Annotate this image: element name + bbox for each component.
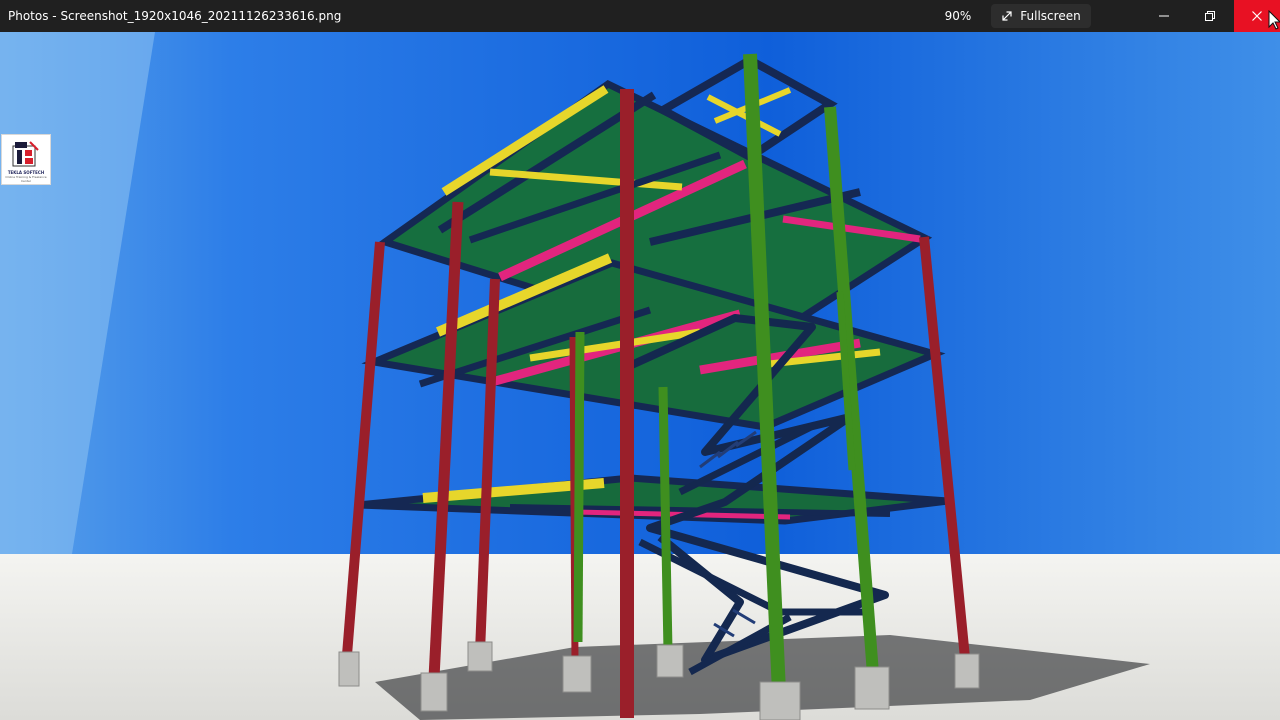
restore-button[interactable] bbox=[1187, 0, 1233, 32]
minimize-button[interactable] bbox=[1141, 0, 1187, 32]
zoom-level[interactable]: 90% bbox=[934, 0, 982, 32]
logo-graphic bbox=[12, 141, 39, 167]
photos-window: Photos - Screenshot_1920x1046_2021112623… bbox=[0, 0, 1280, 720]
restore-icon bbox=[1205, 11, 1215, 21]
title-bar: Photos - Screenshot_1920x1046_2021112623… bbox=[0, 0, 1280, 32]
fullscreen-label: Fullscreen bbox=[1020, 9, 1081, 23]
close-icon bbox=[1252, 11, 1262, 21]
structure-image bbox=[0, 32, 1280, 720]
minimize-icon bbox=[1159, 15, 1169, 17]
tekla-softech-logo: TEKLA SOFTECH Online Training & Freelanc… bbox=[1, 134, 51, 185]
fullscreen-button[interactable]: Fullscreen bbox=[991, 4, 1091, 28]
window-title: Photos - Screenshot_1920x1046_2021112623… bbox=[8, 9, 342, 23]
fullscreen-icon bbox=[1002, 11, 1012, 21]
image-viewer[interactable] bbox=[0, 32, 1280, 720]
logo-sub-text: Online Training & Freelance Center bbox=[5, 175, 47, 183]
mouse-pointer-icon bbox=[1268, 10, 1280, 30]
